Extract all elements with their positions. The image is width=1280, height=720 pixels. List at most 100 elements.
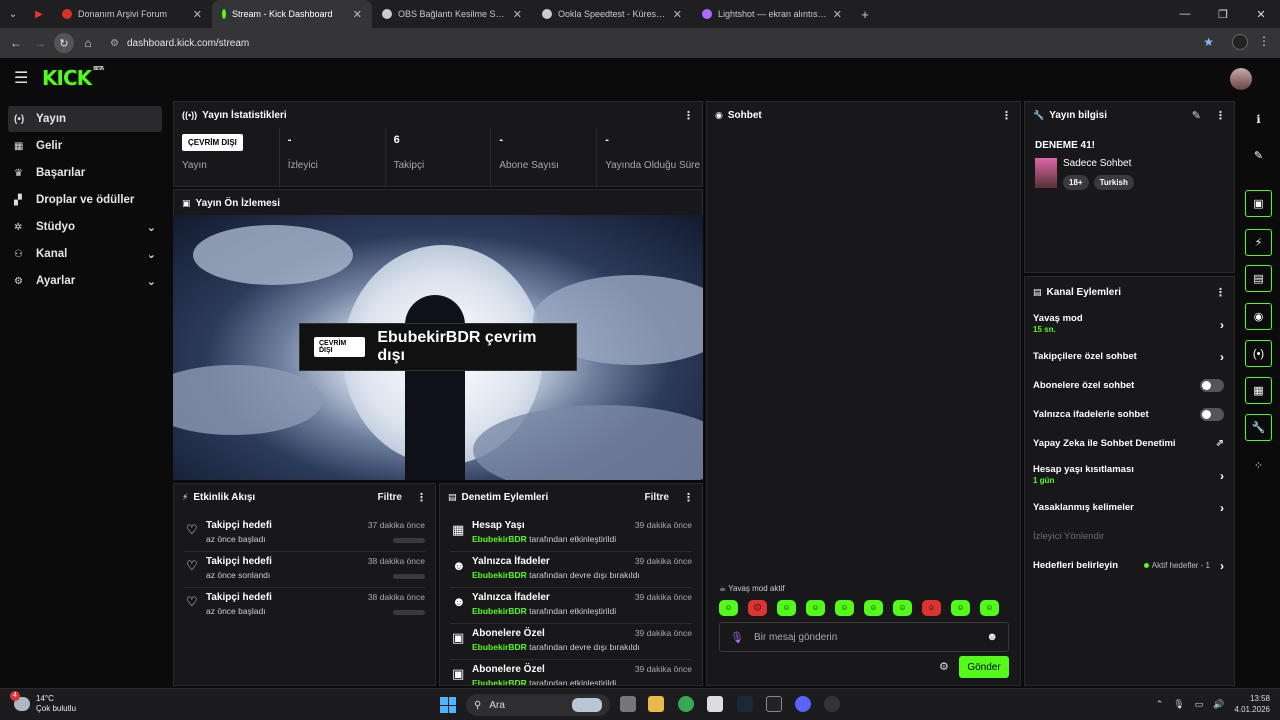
microphone-icon[interactable]: 🎙 <box>730 631 744 644</box>
sidebar-item-ayarlar[interactable]: ⚙ Ayarlar ⌄ <box>8 268 162 294</box>
category-name[interactable]: Sadece Sohbet <box>1063 158 1131 169</box>
emote-icon[interactable]: ☺ <box>719 600 738 616</box>
more-options-icon[interactable]: ⋮ <box>1215 286 1226 299</box>
obs-icon[interactable] <box>824 696 840 712</box>
back-icon[interactable]: ← <box>4 36 28 50</box>
discord-icon[interactable] <box>795 696 811 712</box>
document-icon[interactable]: ▤ <box>1245 265 1272 292</box>
emote-icon[interactable]: ☺ <box>893 600 912 616</box>
bookmark-star-icon[interactable]: ★ <box>1203 35 1214 49</box>
tab-obs[interactable]: OBS Bağlantı Kesilme Sorunu ✕ <box>372 0 532 28</box>
sidebar-item-gelir[interactable]: ▦ Gelir <box>8 133 162 159</box>
site-info-icon[interactable]: ⚙ <box>110 38 119 49</box>
banned-words-row[interactable]: Yasaklanmış kelimeler › <box>1033 493 1226 522</box>
channel-icon: ⚇ <box>14 248 23 260</box>
emote-icon[interactable]: ☺ <box>777 600 796 616</box>
offline-message: EbubekirBDR çevrim dışı <box>377 329 537 364</box>
info-icon[interactable]: ℹ <box>1245 106 1272 133</box>
more-options-icon[interactable]: ⋮ <box>416 491 427 504</box>
user-avatar[interactable] <box>1230 68 1252 90</box>
tab-speedtest[interactable]: Ookla Speedtest - Küresel Geniş✕ <box>532 0 692 28</box>
kick-logo[interactable]: KICK BETA <box>42 66 104 90</box>
network-icon[interactable]: ▭ <box>1195 699 1204 710</box>
taskbar-search[interactable]: ⚲ Ara <box>466 694 610 716</box>
steam-icon[interactable] <box>737 696 753 712</box>
category-thumbnail[interactable] <box>1035 158 1057 188</box>
close-tab-icon[interactable]: ✕ <box>353 8 362 21</box>
slow-mode-row[interactable]: Yavaş mod 15 sn. › <box>1033 307 1226 342</box>
tab-donanim[interactable]: Donanım Arşivi Forum ✕ <box>52 0 212 28</box>
ai-moderation-row[interactable]: Yapay Zeka ile Sohbet Denetimi ⇗ <box>1033 429 1226 458</box>
emote-icon[interactable]: ☺ <box>806 600 825 616</box>
home-icon[interactable]: ⌂ <box>76 36 100 50</box>
sidebar-item-basarilar[interactable]: ♛ Başarılar <box>8 160 162 186</box>
offline-badge: ÇEVRİM DIŞI <box>314 337 366 357</box>
goals-row[interactable]: Hedefleri belirleyin Aktif hedefler - 1 › <box>1033 551 1226 580</box>
filter-button[interactable]: Filtre <box>645 492 669 503</box>
youtube-tab-icon[interactable]: ▶ <box>26 9 52 20</box>
preview-panel-icon[interactable]: ▣ <box>1245 190 1272 217</box>
stream-preview[interactable]: ÇEVRİM DIŞI EbubekirBDR çevrim dışı <box>173 215 703 480</box>
chat-input[interactable]: 🎙 Bir mesaj gönderin ☻ <box>719 622 1009 652</box>
broadcast-icon[interactable]: (•) <box>1245 340 1272 367</box>
sidebar-item-kanal[interactable]: ⚇ Kanal ⌄ <box>8 241 162 267</box>
weather-widget[interactable]: 4 14°C Çok bulutlu <box>10 691 76 714</box>
account-age-row[interactable]: Hesap yaşı kısıtlaması 1 gün › <box>1033 458 1226 493</box>
shapes-icon[interactable]: ⁘ <box>1245 452 1272 479</box>
emote-icon[interactable]: ☺ <box>864 600 883 616</box>
chat-settings-icon[interactable]: ⚙ <box>939 660 949 673</box>
chrome-icon[interactable] <box>678 696 694 712</box>
task-view-icon[interactable] <box>620 696 636 712</box>
subscribers-only-toggle[interactable] <box>1200 379 1224 392</box>
layout-icon[interactable]: ▦ <box>1245 377 1272 404</box>
browser-menu-icon[interactable]: ⋮ <box>1258 34 1270 48</box>
volume-icon[interactable]: 🔊 <box>1213 699 1224 710</box>
reload-icon[interactable]: ↻ <box>54 33 74 53</box>
emote-icon[interactable]: ☺ <box>951 600 970 616</box>
store-icon[interactable] <box>707 696 723 712</box>
sidebar-item-yayin[interactable]: (•) Yayın <box>8 106 162 132</box>
epic-games-icon[interactable] <box>766 696 782 712</box>
more-options-icon[interactable]: ⋮ <box>1215 109 1226 122</box>
close-tab-icon[interactable]: ✕ <box>673 8 682 21</box>
forward-icon[interactable]: → <box>28 36 52 50</box>
emote-icon[interactable]: ☺ <box>980 600 999 616</box>
windows-start-icon[interactable] <box>440 697 456 713</box>
edit-pencil-icon[interactable]: ✎ <box>1192 109 1201 122</box>
filter-button[interactable]: Filtre <box>378 492 402 503</box>
chat-bubble-icon[interactable]: ◉ <box>1245 303 1272 330</box>
close-tab-icon[interactable]: ✕ <box>833 8 842 21</box>
url-field[interactable]: ⚙ dashboard.kick.com/stream <box>110 38 249 49</box>
send-button[interactable]: Gönder <box>959 656 1009 678</box>
close-window-icon[interactable]: ✕ <box>1242 8 1280 21</box>
close-tab-icon[interactable]: ✕ <box>193 8 202 21</box>
sidebar-item-studyo[interactable]: ✲ Stüdyo ⌄ <box>8 214 162 240</box>
emote-icon[interactable]: ☺ <box>835 600 854 616</box>
tab-kick-dashboard[interactable]: Stream - Kick Dashboard ✕ <box>212 0 372 28</box>
emoji-picker-icon[interactable]: ☻ <box>986 631 998 643</box>
emotes-only-toggle[interactable] <box>1200 408 1224 421</box>
microphone-icon[interactable]: 🎙 <box>1173 699 1184 710</box>
sidebar-item-droplar[interactable]: ▞ Droplar ve ödüller <box>8 187 162 213</box>
more-options-icon[interactable]: ⋮ <box>683 491 694 504</box>
more-options-icon[interactable]: ⋮ <box>1001 109 1012 122</box>
heart-icon: ♡ <box>186 594 198 609</box>
clock[interactable]: 13:58 4.01.2026 <box>1234 693 1270 715</box>
edit-pencil-icon[interactable]: ✎ <box>1245 142 1272 169</box>
chevron-up-icon[interactable]: ⌃ <box>1156 699 1164 710</box>
tab-lightshot[interactable]: Lightshot — ekran alıntısı aracı✕ <box>692 0 852 28</box>
hamburger-menu-icon[interactable]: ☰ <box>14 68 30 88</box>
profile-icon[interactable] <box>1232 34 1248 50</box>
emote-icon[interactable]: ☺ <box>922 600 941 616</box>
close-tab-icon[interactable]: ✕ <box>513 8 522 21</box>
emote-icon[interactable]: ☹ <box>748 600 767 616</box>
lightning-icon[interactable]: ⚡ <box>1245 229 1272 256</box>
more-options-icon[interactable]: ⋮ <box>683 109 694 122</box>
file-explorer-icon[interactable] <box>648 696 664 712</box>
wrench-icon[interactable]: 🔧 <box>1245 414 1272 441</box>
followers-only-row[interactable]: Takipçilere özel sohbet › <box>1033 342 1226 371</box>
minimize-icon[interactable]: — <box>1166 8 1204 20</box>
tab-search-icon[interactable]: ⌄ <box>0 9 26 20</box>
restore-icon[interactable]: ❐ <box>1204 8 1242 21</box>
new-tab-button[interactable]: + <box>852 7 878 22</box>
